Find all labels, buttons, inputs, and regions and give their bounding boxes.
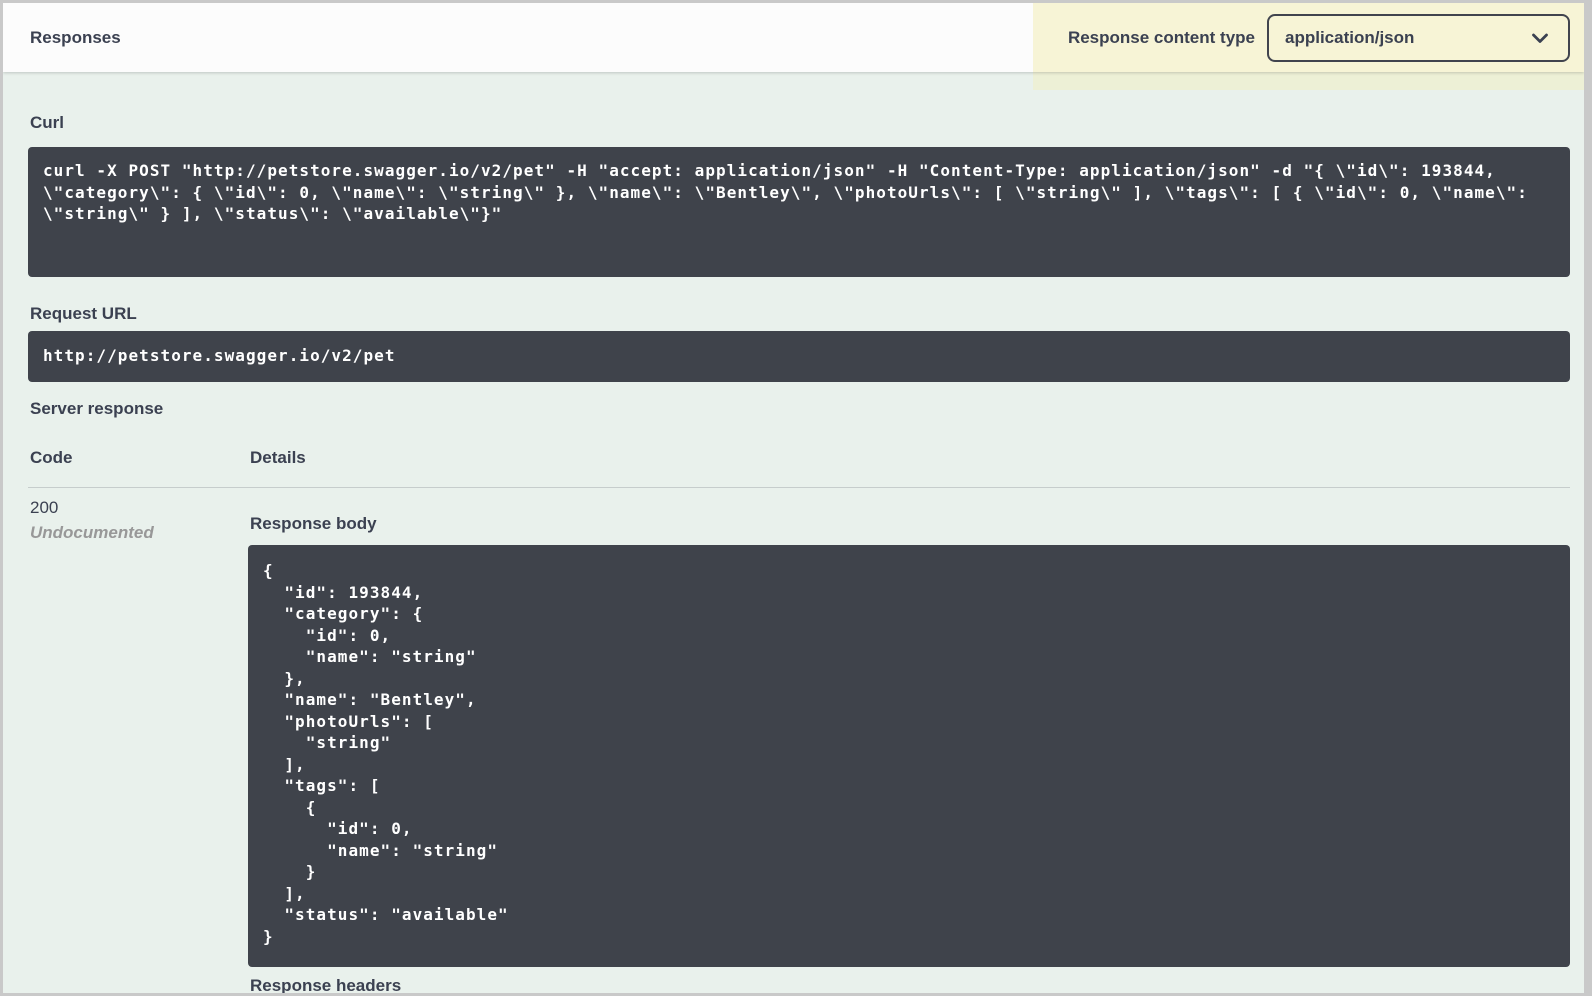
response-content-type-select[interactable]: application/json: [1267, 13, 1570, 62]
table-header-divider: [28, 487, 1570, 488]
response-content-type-label: Response content type: [1067, 27, 1255, 47]
responses-section-title: Responses: [30, 27, 121, 47]
curl-command[interactable]: curl -X POST "http://petstore.swagger.io…: [28, 147, 1570, 277]
response-body-heading: Response body: [250, 514, 377, 533]
request-url-heading: Request URL: [30, 304, 137, 323]
details-column-header: Details: [250, 448, 306, 467]
undocumented-note: Undocumented: [30, 523, 154, 542]
curl-heading: Curl: [30, 113, 64, 132]
response-content-type-value: application/json: [1285, 27, 1415, 47]
responses-header: Responses Response content type applicat…: [3, 3, 1584, 72]
code-column-header: Code: [30, 448, 73, 467]
response-headers-heading: Response headers: [250, 976, 402, 993]
response-content-type-control: Response content type application/json: [1068, 3, 1570, 72]
server-response-heading: Server response: [30, 399, 164, 418]
content-type-highlight-overlap: [1033, 72, 1584, 90]
responses-panel: Responses Response content type applicat…: [3, 3, 1584, 993]
request-url-value: http://petstore.swagger.io/v2/pet: [28, 331, 1570, 382]
chevron-down-icon: [1532, 33, 1548, 43]
status-code: 200: [30, 498, 59, 517]
response-body-json[interactable]: { "id": 193844, "category": { "id": 0, "…: [248, 545, 1570, 967]
